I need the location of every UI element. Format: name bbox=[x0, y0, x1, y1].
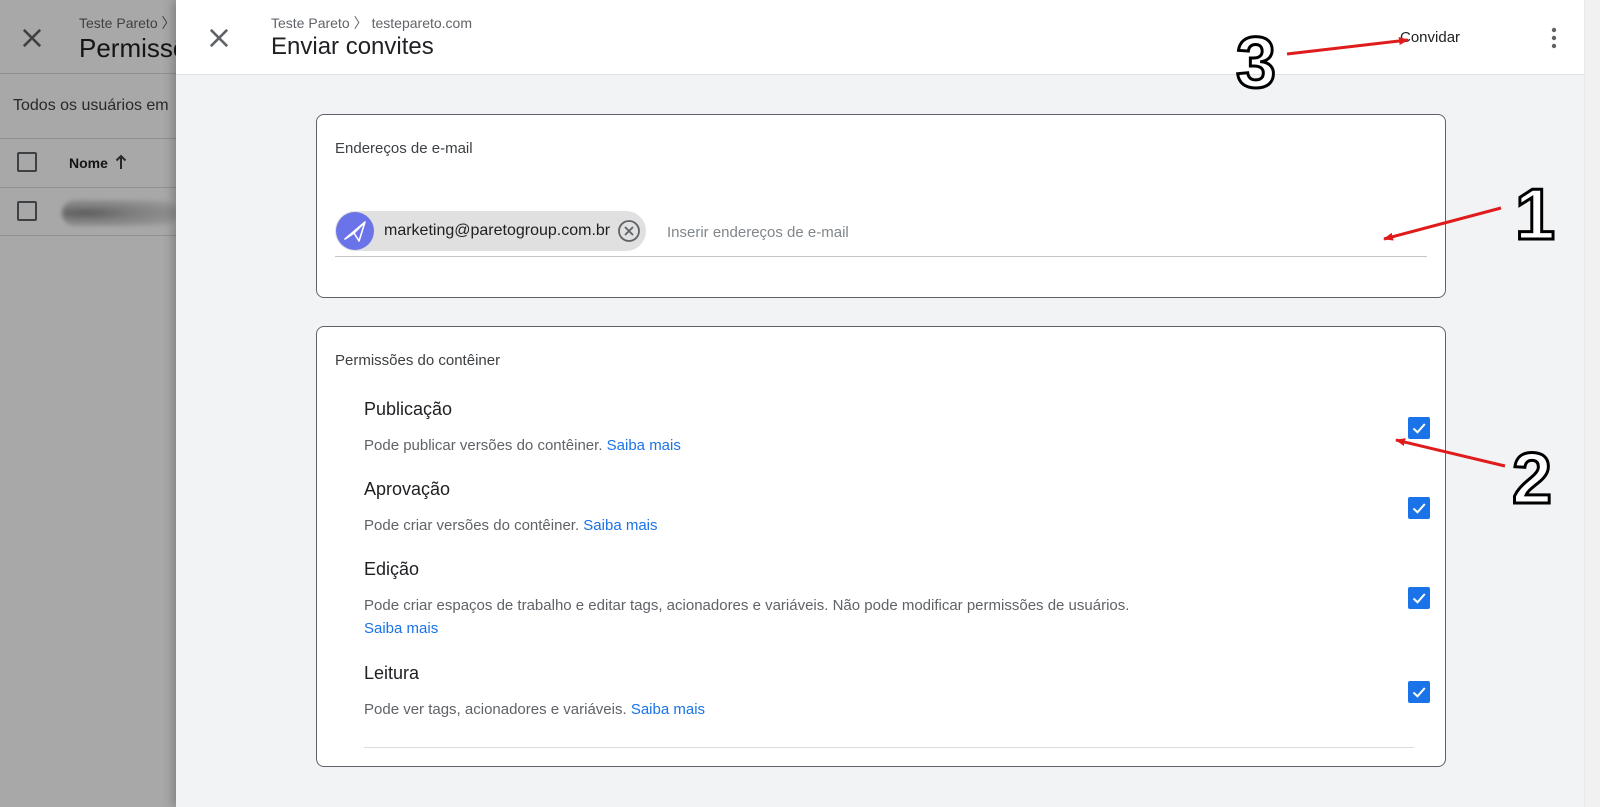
permission-title: Publicação bbox=[364, 399, 453, 419]
permission-description-text: Pode criar espaços de trabalho e editar … bbox=[364, 597, 1130, 614]
check-icon bbox=[1412, 503, 1426, 514]
email-chip-label: marketing@paretogroup.com.br bbox=[384, 222, 611, 239]
permission-description: Pode publicar versões do contêiner. Saib… bbox=[364, 434, 1154, 457]
permission-description-text: Pode publicar versões do contêiner. bbox=[364, 437, 603, 454]
permission-description-text: Pode criar versões do contêiner. bbox=[364, 517, 580, 534]
email-field[interactable]: marketing@paretogroup.com.br bbox=[335, 211, 1427, 257]
breadcrumb-separator: 〉 bbox=[353, 15, 368, 31]
permission-edit: Edição Pode criar espaços de trabalho e … bbox=[364, 559, 1430, 640]
permission-description: Pode criar versões do contêiner. Saiba m… bbox=[364, 514, 1154, 537]
avatar bbox=[336, 212, 374, 250]
learn-more-link[interactable]: Saiba mais bbox=[364, 620, 438, 637]
page-title: Enviar convites bbox=[271, 33, 434, 60]
permission-read: Leitura Pode ver tags, acionadores e var… bbox=[364, 663, 1430, 721]
permission-publish: Publicação Pode publicar versões do cont… bbox=[364, 399, 1430, 457]
invite-button[interactable]: Convidar bbox=[1390, 25, 1470, 50]
learn-more-link[interactable]: Saiba mais bbox=[607, 437, 681, 454]
breadcrumb-account[interactable]: Teste Pareto bbox=[271, 15, 350, 31]
check-icon bbox=[1412, 593, 1426, 604]
learn-more-link[interactable]: Saiba mais bbox=[583, 517, 657, 534]
approve-checkbox[interactable] bbox=[1408, 497, 1430, 519]
permission-approve: Aprovação Pode criar versões do contêine… bbox=[364, 479, 1430, 537]
permission-description: Pode ver tags, acionadores e variáveis. … bbox=[364, 698, 1154, 721]
permission-title: Leitura bbox=[364, 663, 420, 683]
email-addresses-card: Endereços de e-mail marketing@paretogrou… bbox=[316, 114, 1446, 298]
email-section-title: Endereços de e-mail bbox=[335, 140, 473, 157]
permission-title: Aprovação bbox=[364, 479, 451, 499]
permission-title: Edição bbox=[364, 559, 420, 579]
scrollbar[interactable] bbox=[1584, 0, 1600, 807]
permission-description: Pode criar espaços de trabalho e editar … bbox=[364, 594, 1154, 640]
paper-plane-icon bbox=[344, 221, 366, 242]
more-vert-icon[interactable] bbox=[1542, 24, 1566, 52]
divider bbox=[364, 747, 1414, 748]
permission-description-text: Pode ver tags, acionadores e variáveis. bbox=[364, 701, 627, 718]
container-permissions-card: Permissões do contêiner Publicação Pode … bbox=[316, 326, 1446, 767]
learn-more-link[interactable]: Saiba mais bbox=[631, 701, 705, 718]
check-icon bbox=[1412, 687, 1426, 698]
dialog-header: Teste Pareto 〉 testepareto.com Enviar conv… bbox=[176, 0, 1584, 75]
email-input[interactable] bbox=[667, 219, 1367, 245]
permissions-section-title: Permissões do contêiner bbox=[335, 352, 501, 369]
check-icon bbox=[1412, 423, 1426, 434]
cancel-circle-icon[interactable] bbox=[616, 218, 642, 244]
invite-dialog: Teste Pareto 〉 testepareto.com Enviar conv… bbox=[176, 0, 1584, 807]
close-icon[interactable] bbox=[205, 24, 233, 52]
edit-checkbox[interactable] bbox=[1408, 587, 1430, 609]
email-chip[interactable]: marketing@paretogroup.com.br bbox=[335, 211, 647, 251]
publish-checkbox[interactable] bbox=[1408, 417, 1430, 439]
breadcrumb: Teste Pareto 〉 testepareto.com bbox=[271, 13, 472, 33]
breadcrumb-container[interactable]: testepareto.com bbox=[372, 15, 472, 31]
read-checkbox[interactable] bbox=[1408, 681, 1430, 703]
